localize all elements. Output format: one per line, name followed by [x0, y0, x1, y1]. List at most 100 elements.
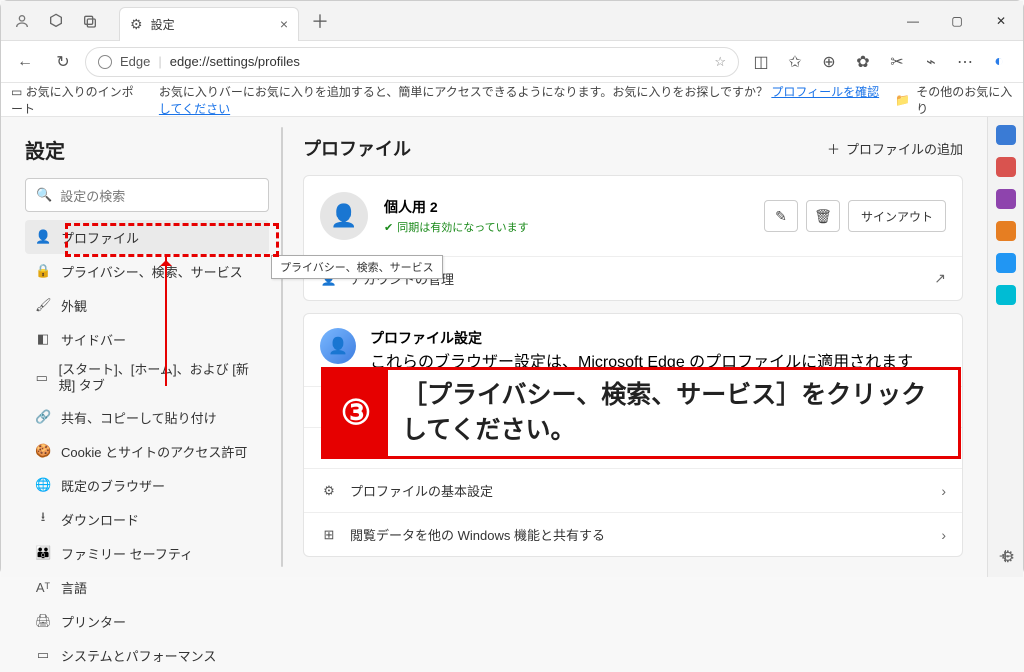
signout-button[interactable]: サインアウト [848, 200, 946, 232]
search-icon: 🔍 [36, 187, 52, 203]
other-favorites[interactable]: 📁その他のお気に入り [895, 83, 1013, 117]
settings-heading: 設定 [25, 135, 269, 164]
edge-sidebar: ＋ [987, 117, 1023, 577]
edge-logo-icon [98, 55, 112, 69]
favorites-icon[interactable]: ✩ [779, 46, 811, 78]
sidebar-item-7[interactable]: 🌐 既定のブラウザー [25, 468, 269, 502]
settings-nav: 👤プロファイル🔒プライバシー、検索、サービス🖌外観◧サイドバー▭[スタート]、[… [25, 220, 269, 672]
screenshot-icon[interactable]: ✂ [881, 46, 913, 78]
nav-label: 共有、コピーして貼り付け [61, 408, 217, 427]
page-title: プロファイル [303, 135, 411, 161]
nav-icon: 🔗 [35, 409, 51, 425]
profile-settings-title: プロファイル設定 [370, 328, 913, 348]
nav-icon: 👤 [35, 229, 51, 245]
person-gear-icon: ⚙ [320, 483, 338, 499]
chevron-right-icon: › [941, 527, 946, 543]
nav-label: 既定のブラウザー [61, 476, 165, 495]
pane-divider[interactable] [279, 117, 285, 577]
toolbar-right: ◫ ✩ ⊕ ✿ ✂ ⌁ ⋯ ◐ [745, 46, 1015, 78]
sidebar-item-8[interactable]: ⭳ダウンロード [25, 502, 269, 536]
sidebar-item-12[interactable]: ▭ システムとパフォーマンス [25, 638, 269, 672]
sidebar-chip[interactable] [996, 189, 1016, 209]
sidebar-item-1[interactable]: 🔒 プライバシー、検索、サービス [25, 254, 269, 288]
nav-icon: 🔒 [35, 263, 51, 279]
minimize-button[interactable]: ― [891, 1, 935, 41]
nav-label: サイドバー [61, 330, 126, 349]
close-icon[interactable]: × [280, 16, 288, 32]
sync-status: ✔同期は有効になっています [384, 219, 529, 235]
nav-label: Cookie とサイトのアクセス許可 [61, 442, 247, 461]
browser-tab[interactable]: ⚙ 設定 × [119, 7, 299, 41]
sidebar-item-10[interactable]: Aᵀ 言語 [25, 570, 269, 604]
sidebar-item-6[interactable]: 🍪 Cookie とサイトのアクセス許可 [25, 434, 269, 468]
profile-name: 個人用 2 [384, 197, 529, 217]
chevron-right-icon: › [941, 483, 946, 499]
maximize-button[interactable]: ▢ [935, 1, 979, 41]
extensions-icon[interactable]: ✿ [847, 46, 879, 78]
split-icon[interactable]: ◫ [745, 46, 777, 78]
address-bar[interactable]: Edge | edge://settings/profiles ☆ [85, 47, 739, 77]
sidebar-chip[interactable] [996, 221, 1016, 241]
address-bar-row: ← ↻ Edge | edge://settings/profiles ☆ ◫ … [1, 41, 1023, 83]
nav-label: プライバシー、検索、サービス [61, 262, 243, 281]
profile-badge-icon: 👤 [320, 328, 356, 364]
titlebar-left [1, 6, 111, 36]
nav-label: ファミリー セーフティ [61, 544, 193, 563]
star-icon[interactable]: ☆ [714, 54, 726, 70]
sidebar-item-4[interactable]: ▭ [スタート]、[ホーム]、および [新規] タブ [25, 356, 269, 400]
nav-label: 外観 [61, 296, 87, 315]
sidebar-item-5[interactable]: 🔗 共有、コピーして貼り付け [25, 400, 269, 434]
tab-actions-icon[interactable] [75, 6, 105, 36]
close-window-button[interactable]: ✕ [979, 1, 1023, 41]
sidebar-item-3[interactable]: ◧ サイドバー [25, 322, 269, 356]
sidebar-chip[interactable] [996, 157, 1016, 177]
nav-icon: Aᵀ [35, 580, 51, 595]
settings-main: プロファイル ＋ プロファイルの追加 👤 個人用 2 ✔同期は有効になっています… [285, 117, 987, 577]
sidebar-item-11[interactable]: 🖨 プリンター [25, 604, 269, 638]
row-basic[interactable]: ⚙ プロファイルの基本設定 › [304, 468, 962, 512]
row-windows[interactable]: ⊞ 閲覧データを他の Windows 機能と共有する › [304, 512, 962, 556]
nav-label: ダウンロード [61, 510, 139, 529]
nav-icon: ◧ [35, 331, 51, 347]
more-icon[interactable]: ⋯ [949, 46, 981, 78]
collections-icon[interactable]: ⊕ [813, 46, 845, 78]
edit-profile-button[interactable]: ✎ [764, 200, 798, 232]
sidebar-chip[interactable] [996, 285, 1016, 305]
nav-label: システムとパフォーマンス [61, 646, 216, 665]
profile-icon[interactable] [7, 6, 37, 36]
refresh-button[interactable]: ↻ [47, 46, 79, 78]
content-shell: 設定 🔍 設定の検索 👤プロファイル🔒プライバシー、検索、サービス🖌外観◧サイド… [1, 117, 1023, 577]
annotation-highlight [65, 223, 279, 257]
tooltip: プライバシー、検索、サービス [271, 255, 443, 279]
nav-label: 言語 [61, 578, 87, 597]
windows-icon: ⊞ [320, 527, 338, 543]
nav-icon: 🍪 [35, 443, 51, 459]
sidebar-item-2[interactable]: 🖌外観 [25, 288, 269, 322]
import-favorites[interactable]: ▭ お気に入りのインポート [11, 83, 145, 117]
workspaces-icon[interactable] [41, 6, 71, 36]
sidebar-chip[interactable] [996, 253, 1016, 273]
delete-profile-button[interactable]: 🗑 [806, 200, 840, 232]
settings-gear-bottom[interactable]: ⚙ [1001, 547, 1015, 567]
copilot-icon[interactable]: ◐ [983, 46, 1015, 78]
settings-sidebar: 設定 🔍 設定の検索 👤プロファイル🔒プライバシー、検索、サービス🖌外観◧サイド… [1, 117, 279, 577]
bookmark-bar: ▭ お気に入りのインポート お気に入りバーにお気に入りを追加すると、簡単にアクセ… [1, 83, 1023, 117]
sidebar-item-9[interactable]: 👪ファミリー セーフティ [25, 536, 269, 570]
avatar: 👤 [320, 192, 368, 240]
new-tab-button[interactable]: ＋ [305, 6, 335, 36]
settings-search[interactable]: 🔍 設定の検索 [25, 178, 269, 212]
profile-card: 👤 個人用 2 ✔同期は有効になっています ✎ 🗑 サインアウト 👤 アカウント… [303, 175, 963, 301]
annotation-text: ［プライバシー、検索、サービス］をクリックしてください。 [388, 370, 958, 456]
nav-label: プリンター [61, 612, 126, 631]
back-button[interactable]: ← [9, 46, 41, 78]
nav-icon: ▭ [35, 370, 49, 386]
nav-icon: 🖨 [35, 613, 51, 629]
url-brand: Edge [120, 54, 150, 69]
nav-icon: ▭ [35, 647, 51, 663]
sidebar-chip[interactable] [996, 125, 1016, 145]
nav-icon: 🌐 [35, 477, 51, 493]
add-profile-button[interactable]: ＋ プロファイルの追加 [827, 139, 963, 158]
history-icon[interactable]: ⌁ [915, 46, 947, 78]
annotation-number: ③ [324, 370, 388, 456]
nav-label: [スタート]、[ホーム]、および [新規] タブ [59, 362, 259, 393]
